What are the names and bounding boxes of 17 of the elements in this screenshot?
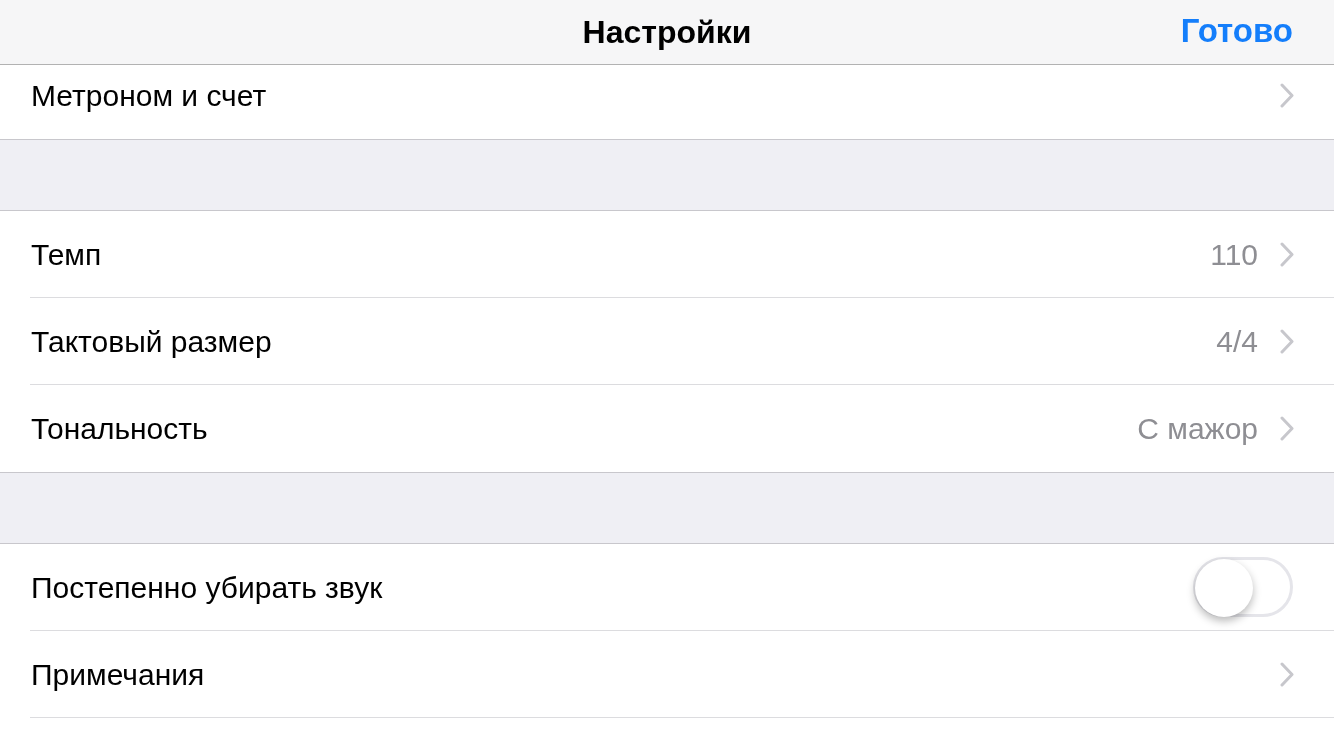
setting-value: 4/4 (1216, 323, 1258, 360)
chevron-right-icon (1280, 241, 1294, 267)
done-button[interactable]: Готово (1180, 9, 1293, 53)
setting-label: Тактовый размер (30, 323, 272, 360)
setting-label: Постепенно убирать звук (30, 569, 383, 606)
chevron-right-icon (1280, 328, 1294, 354)
chevron-right-icon (1280, 83, 1294, 108)
chevron-right-icon (1280, 416, 1294, 441)
screen-title: Настройки (582, 13, 752, 52)
chevron-right-icon (1280, 661, 1294, 687)
setting-value: C мажор (1137, 411, 1258, 447)
setting-label: Метроном и счет (30, 78, 267, 114)
setting-value: 110 (1210, 236, 1258, 273)
toggle-switch[interactable] (1193, 557, 1293, 617)
setting-label: Темп (30, 236, 102, 273)
setting-label: Примечания (30, 656, 205, 693)
setting-label: Тональность (30, 411, 208, 447)
